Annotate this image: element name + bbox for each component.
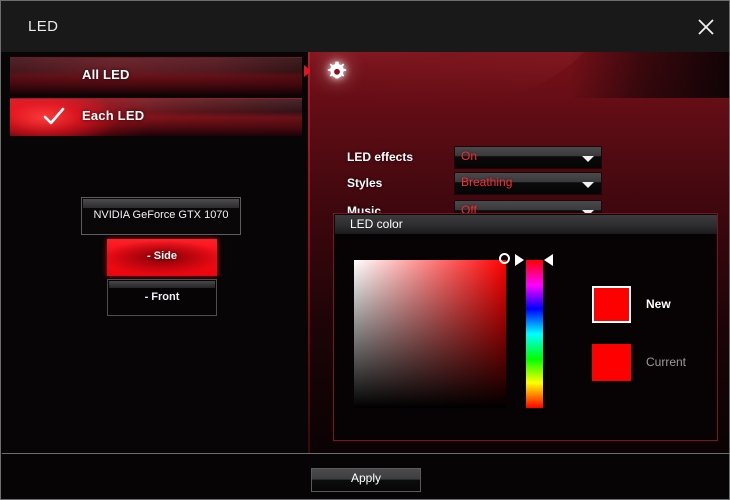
content-area: All LED Each LED NVIDIA GeForce GTX 1070… xyxy=(2,52,730,453)
apply-button[interactable]: Apply xyxy=(311,468,421,492)
sidebar-item-all-led[interactable]: All LED xyxy=(10,57,302,95)
decorative-shade xyxy=(570,52,730,98)
hue-marker-left-icon[interactable] xyxy=(515,254,524,266)
window-title: LED xyxy=(28,18,58,36)
device-label: NVIDIA GeForce GTX 1070 xyxy=(82,209,240,221)
device-selector-nvidia[interactable]: NVIDIA GeForce GTX 1070 xyxy=(81,197,241,235)
sidebar: All LED Each LED NVIDIA GeForce GTX 1070… xyxy=(2,52,308,453)
sidebar-item-label: All LED xyxy=(82,67,130,82)
row-background xyxy=(10,57,302,95)
dropdown-led-effects[interactable]: On xyxy=(454,146,602,169)
saturation-value-picker[interactable] xyxy=(354,260,506,408)
sidebar-item-each-led[interactable]: Each LED xyxy=(10,98,302,136)
swatch-current-color[interactable] xyxy=(592,344,631,381)
apply-label: Apply xyxy=(312,471,420,485)
zone-button-side[interactable]: - Side xyxy=(107,239,217,276)
setting-row-led-effects: LED effects On xyxy=(310,146,730,170)
setting-label: LED effects xyxy=(347,150,413,164)
zone-button-front[interactable]: - Front xyxy=(107,279,217,316)
led-color-group: LED color New Current xyxy=(333,213,718,441)
zone-label: - Front xyxy=(108,291,216,303)
led-window: LED All LED Each LED xyxy=(0,0,730,500)
chevron-down-icon xyxy=(582,156,594,162)
chevron-down-icon xyxy=(582,182,594,188)
check-icon xyxy=(43,107,65,127)
settings-panel: LED effects On Styles Breathing Music Of… xyxy=(310,52,730,453)
close-icon[interactable] xyxy=(690,11,722,43)
swatch-current-label: Current xyxy=(646,355,686,369)
button-highlight xyxy=(109,281,215,288)
color-picker-cursor[interactable] xyxy=(499,253,510,264)
gear-icon xyxy=(324,60,350,86)
led-color-title: LED color xyxy=(350,217,403,231)
zone-label: - Side xyxy=(107,250,217,262)
footer-bar: Apply xyxy=(2,453,730,500)
swatch-new-label: New xyxy=(646,297,671,311)
dropdown-value: Breathing xyxy=(461,175,512,189)
title-bar: LED xyxy=(1,1,730,52)
setting-row-styles: Styles Breathing xyxy=(310,172,730,196)
dropdown-value: On xyxy=(461,149,477,163)
sidebar-item-label: Each LED xyxy=(82,108,144,123)
swatch-new-color[interactable] xyxy=(592,286,631,323)
button-highlight xyxy=(83,199,239,208)
hue-slider[interactable] xyxy=(526,260,543,408)
setting-label: Styles xyxy=(347,176,382,190)
dropdown-styles[interactable]: Breathing xyxy=(454,172,602,195)
hue-marker-right-icon[interactable] xyxy=(544,254,553,266)
